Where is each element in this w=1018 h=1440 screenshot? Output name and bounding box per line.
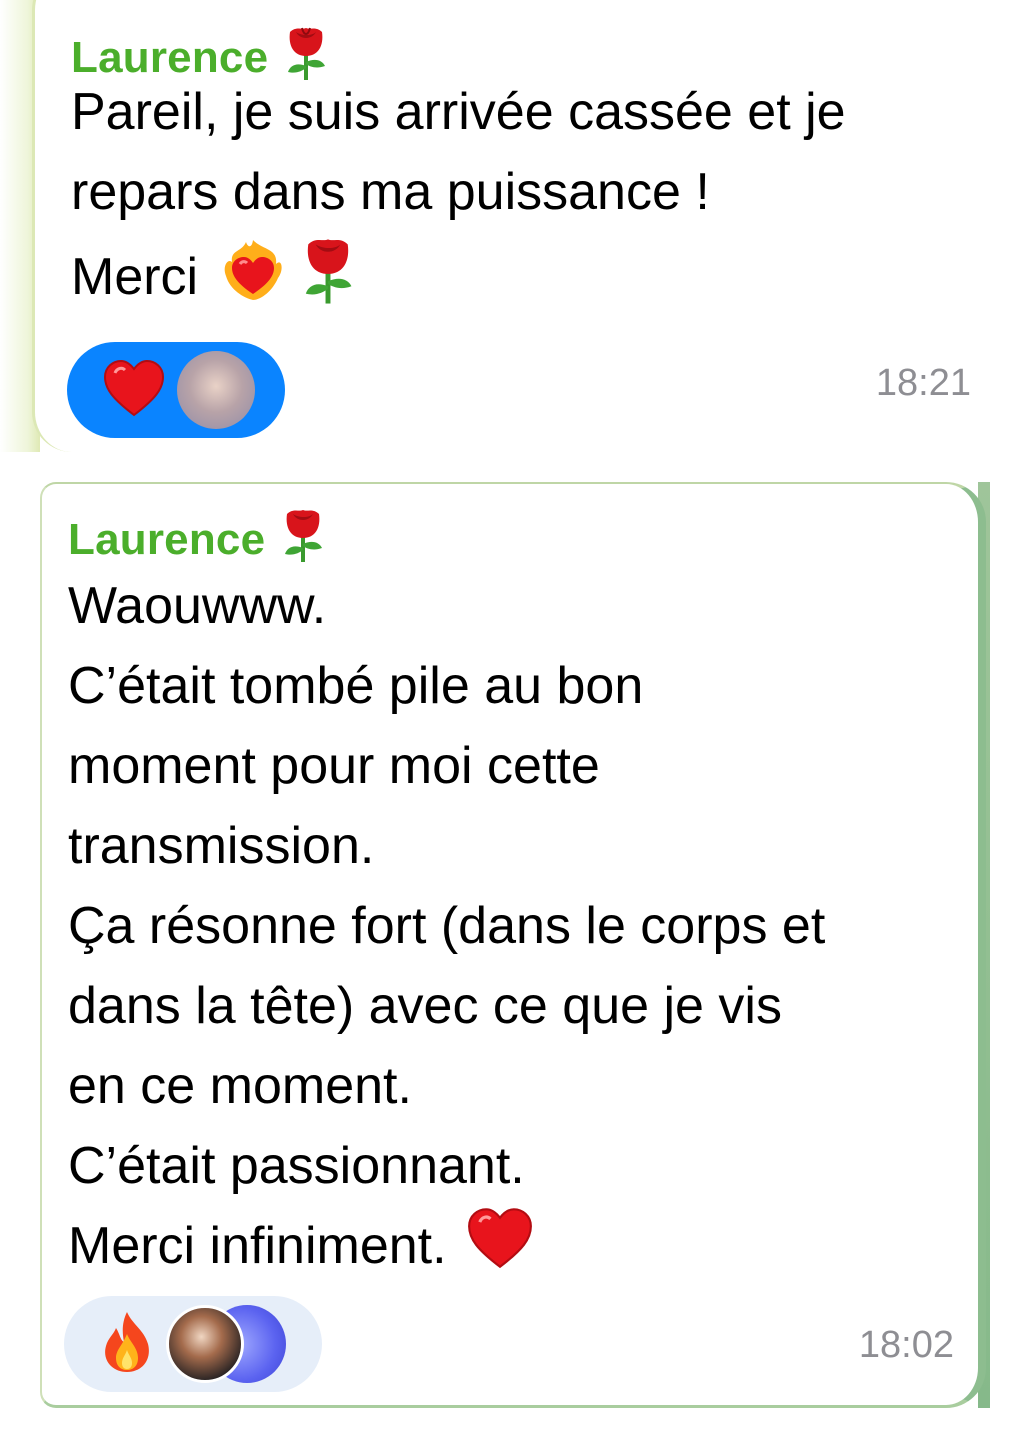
heart-icon (103, 359, 165, 422)
avatar (166, 1305, 244, 1383)
message-text-content: Pareil, je suis arrivée cassée et je rep… (71, 83, 846, 307)
message-time: 18:02 (858, 1324, 954, 1366)
message-bubble[interactable]: Laurence Waouwww. C’était tombé pile au … (40, 482, 986, 1408)
fire-icon (100, 1310, 154, 1379)
sender-name-label: Laurence (68, 514, 266, 564)
avatar (177, 351, 255, 429)
message-bubble[interactable]: Laurence Pareil, je suis arrivée cassée … (32, 0, 987, 452)
message-text: Waouwww. C’était tombé pile au bon momen… (68, 566, 958, 1292)
message-gap (0, 452, 1018, 482)
message-text-content: Waouwww. C’était tombé pile au bon momen… (68, 577, 826, 1275)
reactor-avatars (166, 1305, 286, 1383)
message-time: 18:21 (875, 362, 971, 404)
heart-on-fire-icon (198, 234, 288, 327)
reaction-pill[interactable] (67, 342, 285, 438)
sender-name[interactable]: Laurence (68, 504, 327, 575)
heart-icon (447, 1207, 533, 1292)
message-text: Pareil, je suis arrivée cassée et je rep… (71, 72, 971, 329)
reaction-pill[interactable] (64, 1296, 322, 1392)
rose-icon (288, 232, 358, 329)
rose-icon (279, 504, 327, 575)
